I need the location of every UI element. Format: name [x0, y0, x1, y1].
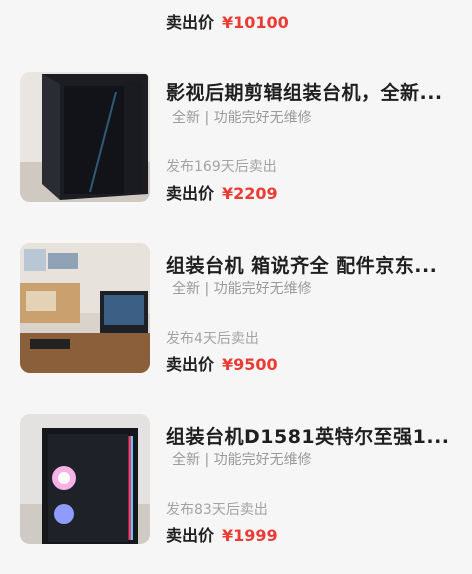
listing-thumbnail[interactable] [20, 243, 150, 373]
listing-item[interactable]: 组装台机D1581英特尔至强1... 全新 | 功能完好无维修 发布83天后卖出… [0, 414, 472, 574]
sold-price: ¥9500 [222, 355, 278, 374]
sold-label: 卖出价 [166, 184, 215, 203]
listing-tags: 全新 | 功能完好无维修 [172, 110, 312, 126]
listing-thumbnail[interactable] [20, 72, 150, 202]
listing-item[interactable]: 影视后期剪辑组装台机，全新... 全新 | 功能完好无维修 发布169天后卖出 … [0, 70, 472, 230]
sold-price-row: 卖出价 ¥2209 [166, 180, 278, 204]
sold-label: 卖出价 [166, 355, 215, 374]
sold-label: 卖出价 [166, 526, 215, 545]
sold-price: ¥2209 [222, 184, 278, 203]
sold-price: ¥10100 [222, 13, 289, 32]
listing-title[interactable]: 组装台机D1581英特尔至强1... [166, 422, 456, 449]
listing-title[interactable]: 影视后期剪辑组装台机，全新... [166, 78, 456, 105]
days-to-sell: 发布83天后卖出 [166, 502, 268, 518]
sold-price-row: 卖出价 ¥1999 [166, 522, 278, 546]
days-to-sell: 发布4天后卖出 [166, 331, 259, 347]
sold-price-row: 卖出价 ¥10100 [166, 9, 289, 33]
listing-title[interactable]: 组装台机 箱说齐全 配件京东... [166, 251, 456, 278]
listing-thumbnail[interactable] [20, 0, 150, 28]
listing-item[interactable]: 卖出价 ¥10100 [0, 0, 472, 32]
sold-price-row: 卖出价 ¥9500 [166, 351, 278, 375]
listing-thumbnail[interactable] [20, 414, 150, 544]
sold-label: 卖出价 [166, 13, 215, 32]
pc-case-image [20, 414, 150, 544]
listing-item[interactable]: 组装台机 箱说齐全 配件京东... 全新 | 功能完好无维修 发布4天后卖出 卖… [0, 243, 472, 403]
pc-case-image [20, 72, 150, 202]
desk-setup-image [20, 243, 150, 373]
pc-case-image [20, 0, 150, 28]
sold-price: ¥1999 [222, 526, 278, 545]
days-to-sell: 发布169天后卖出 [166, 159, 277, 175]
listing-tags: 全新 | 功能完好无维修 [172, 281, 312, 297]
listing-tags: 全新 | 功能完好无维修 [172, 452, 312, 468]
